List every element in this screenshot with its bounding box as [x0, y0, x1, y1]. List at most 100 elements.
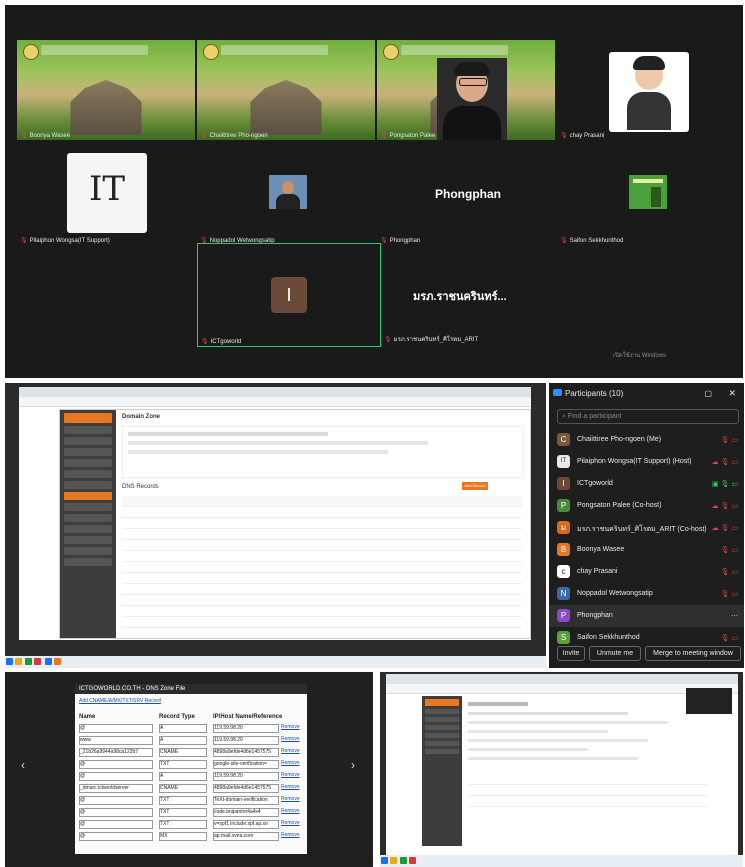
remove-link[interactable]: Remove [281, 772, 300, 778]
video-tile[interactable]: 🎙 Pongsaton Palee [377, 40, 555, 140]
record-type-select[interactable]: TXT [159, 796, 207, 805]
video-tile[interactable]: IT 🎙 Pilaiphon Wongsa(IT Support) [17, 145, 195, 245]
record-type-select[interactable]: TXT [159, 820, 207, 829]
mic-muted-icon[interactable]: 🎙 ▭ [721, 436, 738, 444]
record-value-field[interactable]: code.bnipantro4a4s4 [213, 808, 279, 817]
record-value-field[interactable]: 4898a9efde4d6e1457575 [213, 784, 279, 793]
info-box [122, 426, 524, 478]
remove-link[interactable]: Remove [281, 832, 300, 838]
close-icon[interactable]: ✕ [728, 388, 736, 399]
invite-button[interactable]: Invite [557, 646, 585, 661]
more-options-icon[interactable]: ⋯ [731, 612, 738, 620]
record-name-field[interactable]: @ [79, 820, 153, 829]
address-bar[interactable] [19, 397, 531, 407]
mic-muted-icon[interactable]: ☁ 🎙 ▭ [712, 458, 738, 466]
participant-row[interactable]: N Noppadol Wetwongsatip 🎙 ▭ [549, 583, 744, 605]
add-record-link[interactable]: Add CNAME/A/MX/TXT/SRV Record [79, 698, 161, 704]
mic-muted-icon[interactable]: ☁ 🎙 ▭ [712, 524, 738, 532]
popout-icon[interactable]: ▢ [704, 389, 712, 398]
record-value-field[interactable]: TeXt-domain-verification [213, 796, 279, 805]
search-icon: ⌕ [562, 413, 566, 420]
remove-link[interactable]: Remove [281, 796, 300, 802]
participant-name: ICTgoworld [210, 339, 242, 345]
record-name-field[interactable]: @ [79, 772, 153, 781]
record-type-select[interactable]: TXT [159, 760, 207, 769]
record-name-field[interactable]: @ [79, 796, 153, 805]
record-type-select[interactable]: CNAME [159, 784, 207, 793]
record-type-select[interactable]: TXT [159, 808, 207, 817]
record-value-field[interactable]: google-site-verification= [213, 760, 279, 769]
remove-link[interactable]: Remove [281, 760, 300, 766]
mic-muted-icon[interactable]: 🎙 ▭ [721, 546, 738, 554]
record-name-field[interactable]: _21b26a9944a98ca122b7 [79, 748, 153, 757]
control-panel-page: Domain Zone DNS Records Add Record [59, 409, 531, 639]
mic-on-icon[interactable]: ▣ 🎙 ▭ [712, 480, 738, 488]
record-type-select[interactable]: A [159, 772, 207, 781]
profile-photo [269, 175, 307, 209]
record-type-select[interactable]: MX [159, 832, 207, 841]
windows-watermark: เปิดใช้งาน Windows [613, 353, 667, 359]
participant-row[interactable]: c chay Prasani 🎙 ▭ [549, 561, 744, 583]
record-name-field[interactable]: @ [79, 808, 153, 817]
prev-arrow-icon[interactable]: ‹ [21, 758, 25, 772]
mic-muted-icon[interactable]: 🎙 ▭ [721, 590, 738, 598]
participant-row[interactable]: IT Pilaiphon Wongsa(IT Support) (Host) ☁ 🎙… [549, 451, 744, 473]
participant-row[interactable]: I ICTgoworld ▣ 🎙 ▭ [549, 473, 744, 495]
video-tile[interactable]: 🎙 Boonya Wasee [17, 40, 195, 140]
participant-row[interactable]: B Boonya Wasee 🎙 ▭ [549, 539, 744, 561]
mic-muted-icon[interactable]: ☁ 🎙 ▭ [712, 502, 738, 510]
control-panel-sidebar[interactable] [422, 696, 462, 846]
shared-screen-browser: Domain Zone DNS Records Add Record [5, 383, 546, 668]
record-value-field[interactable]: 4898a9efde4d6e1457575 [213, 748, 279, 757]
record-value-field[interactable]: v=spf1 include:spf.ap.so [213, 820, 279, 829]
record-name-field[interactable]: _dmarc.ictworldserver [79, 784, 153, 793]
shared-screen-browser-2 [380, 672, 743, 867]
remove-link[interactable]: Remove [281, 748, 300, 754]
add-record-button[interactable]: Add Record [462, 482, 488, 490]
video-tile[interactable]: 🎙 Noppadol Wetwongsatip [197, 145, 375, 245]
record-name-field[interactable]: @ [79, 760, 153, 769]
column-header: Record Type [159, 714, 195, 720]
record-value-field[interactable]: 119.59.98.20 [213, 736, 279, 745]
remove-link[interactable]: Remove [281, 784, 300, 790]
participant-name: Boonya Wasee [29, 133, 71, 139]
record-name-field[interactable]: @ [79, 832, 153, 841]
record-name-field[interactable]: www [79, 736, 153, 745]
browser-tabs[interactable] [19, 387, 531, 397]
record-type-select[interactable]: CNAME [159, 748, 207, 757]
record-name-field[interactable]: @ [79, 724, 153, 733]
participant-name: Chaiittiree Pho-ngoen [209, 133, 268, 139]
remove-link[interactable]: Remove [281, 820, 300, 826]
record-value-field[interactable]: ap.mail.ovea.com [213, 832, 279, 841]
next-arrow-icon[interactable]: › [351, 758, 355, 772]
participants-panel: Participants (10) ▢ ✕ ⌕ Find a participa… [549, 383, 744, 668]
remove-link[interactable]: Remove [281, 736, 300, 742]
video-tile[interactable]: 🎙 Chaiittiree Pho-ngoen [197, 40, 375, 140]
video-tile[interactable]: มรภ.ราชนครินทร์... 🎙 มรภ.ราชนครินทร์_ศิโร… [381, 243, 559, 345]
mic-muted-icon[interactable]: 🎙 ▭ [721, 568, 738, 576]
unmute-me-button[interactable]: Unmute me [589, 646, 641, 661]
participant-name: Pilaiphon Wongsa(IT Support) [29, 238, 110, 244]
record-type-select[interactable]: A [159, 724, 207, 733]
video-tile-active-speaker[interactable]: I 🎙 ICTgoworld [197, 243, 381, 347]
remove-link[interactable]: Remove [281, 724, 300, 730]
merge-to-meeting-button[interactable]: Merge to meeting window [645, 646, 741, 661]
control-panel-sidebar[interactable] [60, 410, 116, 638]
participant-row[interactable]: P Phongphan ⋯ [549, 605, 744, 627]
record-value-field[interactable]: 119.59.98.20 [213, 724, 279, 733]
video-tile[interactable]: Phongphan 🎙 Phongphan [377, 145, 555, 245]
mic-muted-icon[interactable]: 🎙 ▭ [721, 634, 738, 642]
participant-row[interactable]: P Pongsaton Palee (Co-host) ☁ 🎙 ▭ [549, 495, 744, 517]
video-tile[interactable]: 🎙 chay Prasani [557, 40, 735, 140]
record-value-field[interactable]: 119.59.98.20 [213, 772, 279, 781]
participant-row[interactable]: C Chaiittiree Pho-ngoen (Me) 🎙 ▭ [549, 429, 744, 451]
remove-link[interactable]: Remove [281, 808, 300, 814]
video-tile[interactable]: 🎙 Saifon Sekkhunthod [557, 145, 735, 245]
dns-title: ICTGOWORLD.CO.TH - DNS Zone File [75, 684, 307, 694]
page-heading: Domain Zone [122, 414, 161, 420]
record-type-select[interactable]: A [159, 736, 207, 745]
column-header: Name [79, 714, 96, 720]
browser-tabs[interactable] [386, 674, 738, 684]
participant-row[interactable]: มมรภ.ราชนครินทร์_ศิโรตม_ARIT (Co-host) ☁ … [549, 517, 744, 539]
find-participant-input[interactable]: ⌕ Find a participant [557, 409, 739, 424]
